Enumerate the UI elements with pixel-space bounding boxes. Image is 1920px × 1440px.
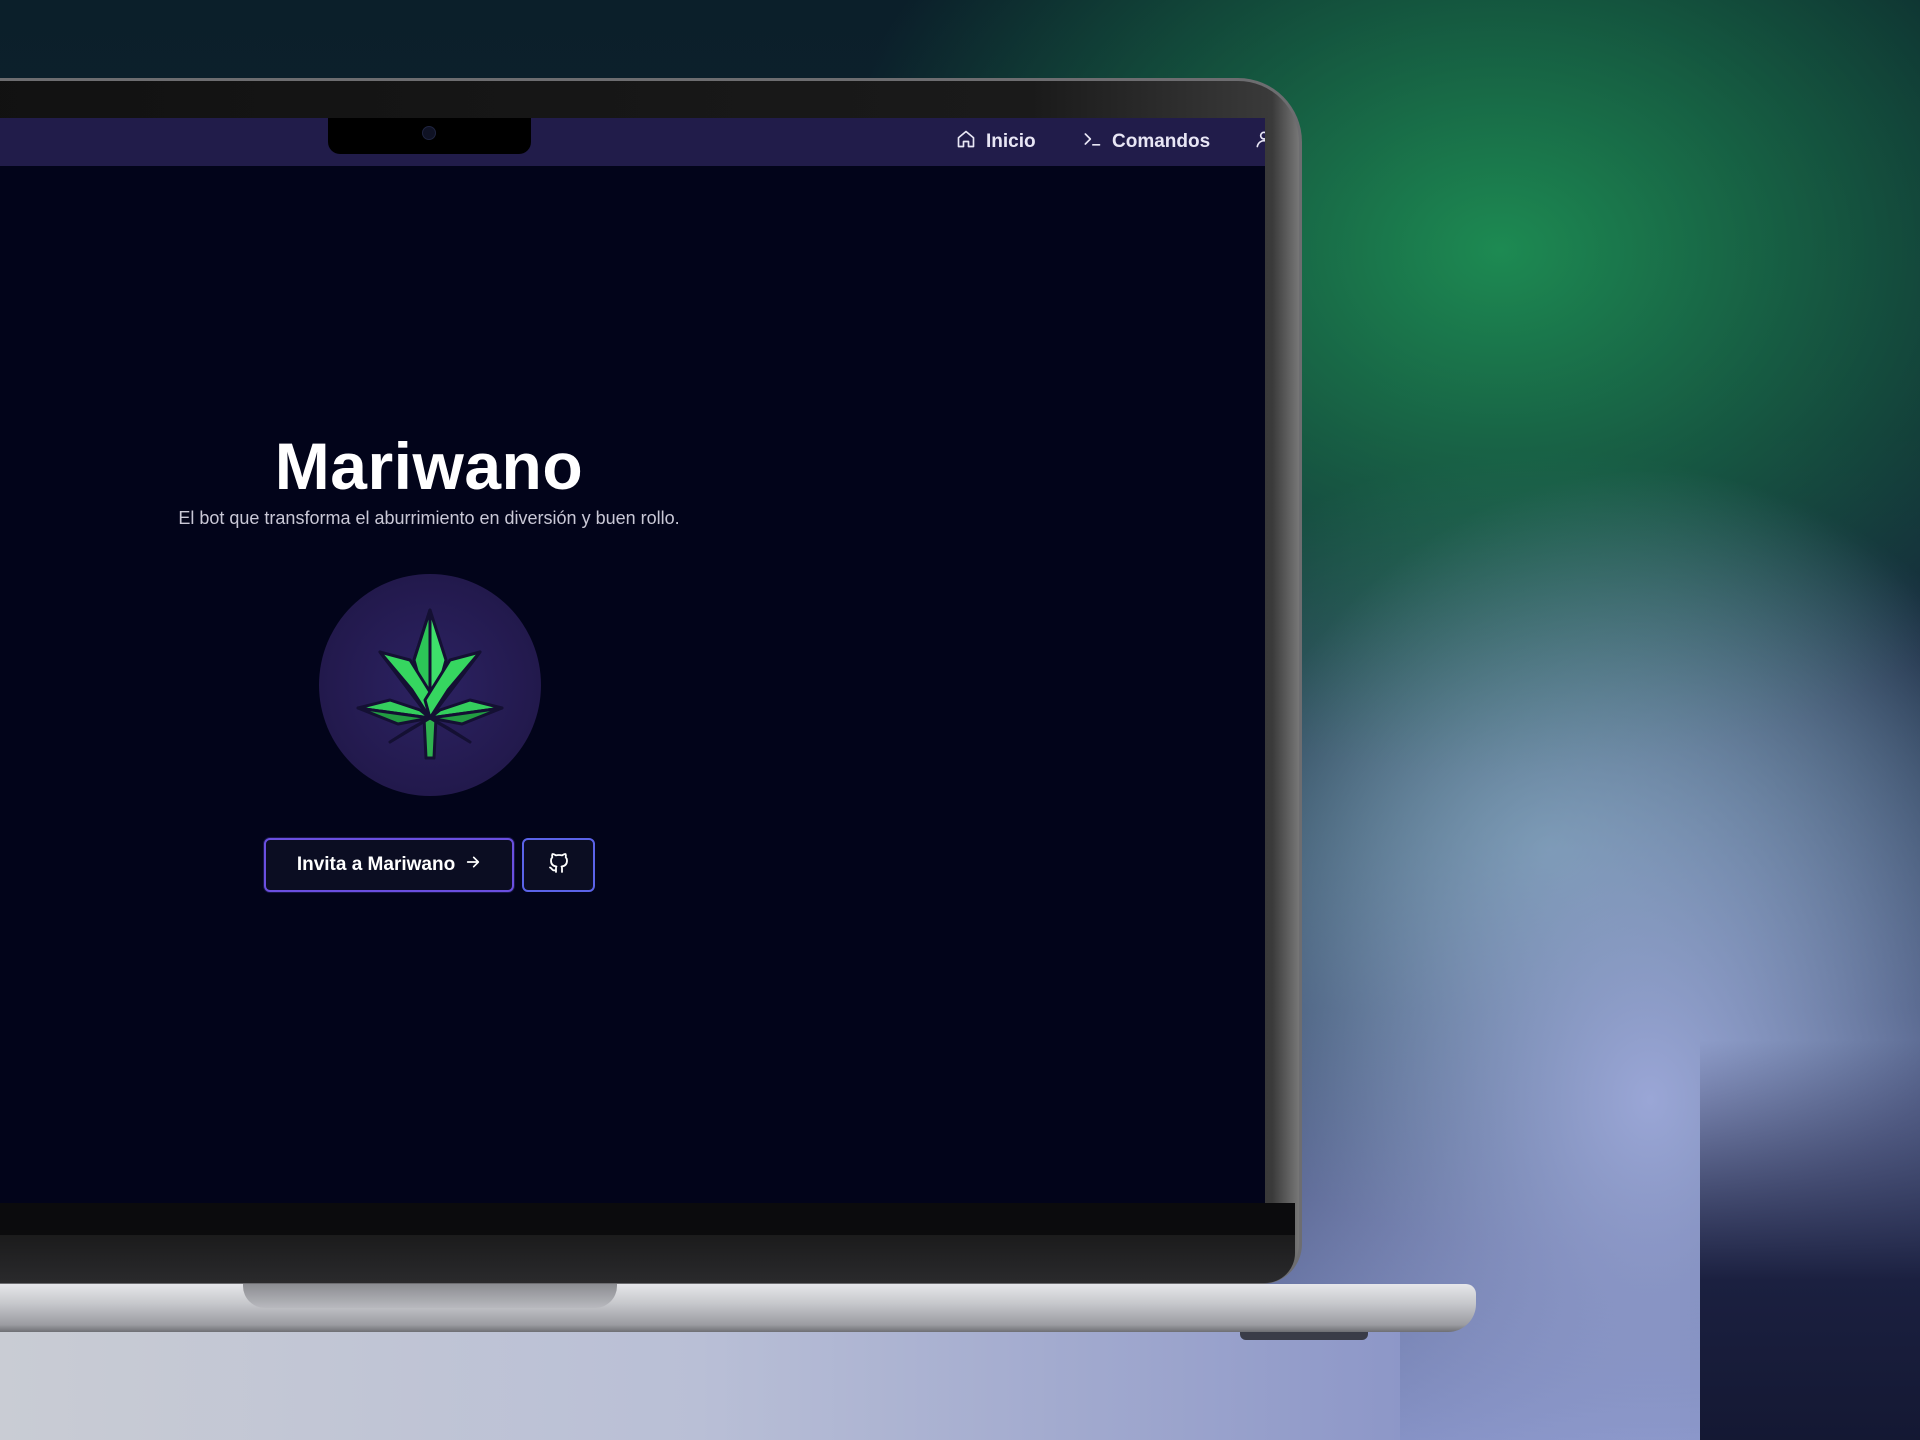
- nav-item-user[interactable]: [1254, 118, 1265, 166]
- nav-item-label: Inicio: [986, 131, 1036, 152]
- camera-icon: [422, 126, 436, 140]
- user-icon: [1254, 129, 1265, 155]
- invite-button[interactable]: Invita a Mariwano: [264, 838, 514, 892]
- laptop-screen: Inicio Comandos Mariwano El bot que tran…: [0, 118, 1265, 1203]
- laptop-base: [0, 1284, 1476, 1332]
- page-title: Mariwano: [274, 429, 584, 503]
- bot-avatar: [319, 574, 541, 796]
- laptop-foot: [1240, 1332, 1368, 1340]
- background-shadow: [1700, 1040, 1920, 1440]
- nav-item-inicio[interactable]: Inicio: [956, 118, 1036, 166]
- nav-item-label: Comandos: [1112, 131, 1211, 152]
- terminal-icon: [1082, 129, 1102, 155]
- page-subtitle: El bot que transforma el aburrimiento en…: [178, 508, 680, 528]
- top-navbar: Inicio Comandos: [0, 118, 1265, 166]
- laptop-hinge-bar: [0, 1235, 1295, 1283]
- invite-button-label: Invita a Mariwano: [296, 854, 456, 875]
- laptop-bezel-bottom: [0, 1203, 1295, 1235]
- github-button[interactable]: [522, 838, 595, 892]
- home-icon: [956, 129, 976, 155]
- camera-notch: [328, 118, 531, 154]
- arrow-right-icon: [465, 854, 481, 876]
- nav-item-comandos[interactable]: Comandos: [1082, 118, 1210, 166]
- github-icon: [547, 851, 571, 879]
- cannabis-leaf-icon: [356, 608, 504, 760]
- laptop-hinge: [243, 1284, 617, 1308]
